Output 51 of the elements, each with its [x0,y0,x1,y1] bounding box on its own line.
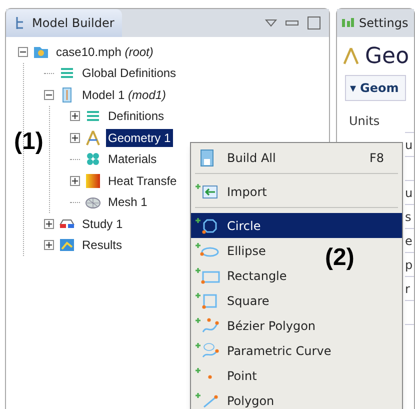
expand-toggle[interactable] [70,132,80,143]
annotation-label: (2) [325,243,354,273]
expand-toggle[interactable] [44,240,54,250]
menu-item[interactable]: Import [191,179,271,204]
menu-item[interactable]: Parametric Curve [191,338,336,363]
menu-item[interactable]: Rectangle [191,263,291,288]
tree-item[interactable]: Model 1 (mod1) [80,86,168,104]
expand-toggle[interactable] [70,111,80,122]
settings-label: s [405,208,412,226]
settings-label: r [405,280,410,298]
tree-item[interactable]: Global Definitions [80,64,178,82]
settings-label: u [405,184,413,202]
tree-item[interactable]: Heat Transfe [106,172,179,190]
tree-item[interactable]: case10.mph (root) [54,42,156,61]
expand-toggle[interactable] [44,218,54,229]
menu-item[interactable]: Point [191,363,261,388]
tree-item[interactable]: Definitions [106,107,166,126]
curve-icon [195,316,221,334]
settings-label: u [405,136,413,154]
compass-icon [84,128,102,147]
rectangle-icon [195,266,221,284]
settings-icon [341,17,355,29]
tree-item[interactable]: Study 1 [80,214,125,233]
menu-item[interactable]: Circle [191,213,402,238]
tree-item[interactable]: Results [80,236,124,254]
expand-toggle[interactable] [70,176,80,186]
collapse-toggle[interactable] [44,90,54,100]
settings-label: e [405,232,412,250]
minimize-icon[interactable] [285,18,299,28]
ellipse-icon [195,242,221,260]
heat-gradient-icon [84,172,102,190]
tree-item[interactable]: Mesh 1 [106,193,150,212]
settings-heading: Geo [365,42,410,70]
tree-item[interactable]: Geometry 1 [106,128,173,147]
section-header[interactable]: ▾ Geom [345,75,406,101]
menu-item[interactable]: Polygon [191,388,278,409]
view-menu-icon[interactable] [265,18,277,28]
annotation-label: (1) [14,127,44,157]
tree-item[interactable]: Materials [106,150,159,168]
menu-item[interactable]: Ellipse [191,238,270,263]
collapse-toggle[interactable] [18,46,28,57]
settings-label: Units [349,112,380,130]
panel-tab[interactable]: Model Builder [6,9,122,37]
polygon-icon [195,392,221,409]
settings-label: p [405,256,413,274]
maximize-icon[interactable] [307,16,321,30]
menu-item[interactable]: Build All F8 [191,145,402,170]
menu-item[interactable]: Square [191,288,274,313]
function-curve-icon [195,342,221,360]
menu-item[interactable]: Bézier Polygon [191,313,320,338]
compass-icon [341,46,361,66]
